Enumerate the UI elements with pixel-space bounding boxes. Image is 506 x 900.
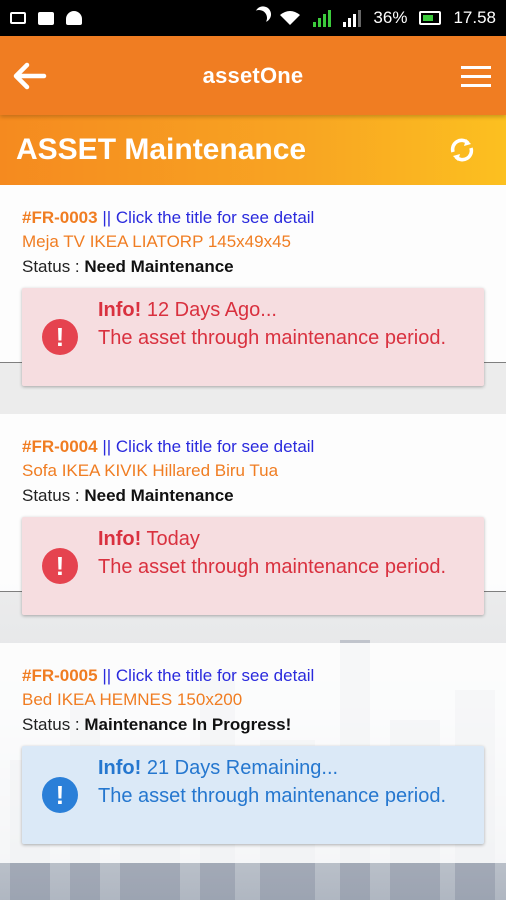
alert-text: The asset through maintenance period. — [98, 556, 446, 578]
status-line: Status : Maintenance In Progress! — [22, 712, 484, 738]
asset-list: #FR-0003 || Click the title for see deta… — [0, 185, 506, 863]
alert-time: 12 Days Ago... — [146, 299, 277, 321]
asset-title-line[interactable]: #FR-0005 || Click the title for see deta… — [22, 665, 484, 687]
alert-text: The asset through maintenance period. — [98, 785, 446, 807]
signal-sim1-icon — [313, 9, 332, 27]
app-bar: assetOne — [0, 36, 506, 115]
hamburger-menu-icon — [461, 65, 491, 87]
status-line: Status : Need Maintenance — [22, 483, 484, 509]
detail-link[interactable]: || Click the title for see detail — [102, 666, 314, 685]
system-status-bar: 36% 17.58 — [0, 0, 506, 36]
status-label: Status : — [22, 715, 80, 734]
status-label: Status : — [22, 486, 80, 505]
alert-strong: Info! — [98, 299, 142, 321]
asset-name: Meja TV IKEA LIATORP 145x49x45 — [22, 232, 292, 251]
alert-strong: Info! — [98, 528, 142, 550]
maintenance-alert: ! Info! Today The asset through maintena… — [22, 517, 484, 615]
menu-button[interactable] — [446, 36, 506, 115]
asset-code[interactable]: #FR-0004 — [22, 437, 98, 456]
alert-text: The asset through maintenance period. — [98, 327, 446, 349]
asset-name: Bed IKEA HEMNES 150x200 — [22, 690, 243, 709]
message-notification-icon — [38, 11, 54, 25]
status-line: Status : Need Maintenance — [22, 254, 484, 280]
exclamation-circle-icon: ! — [42, 548, 78, 584]
status-value: Need Maintenance — [84, 257, 234, 276]
back-arrow-icon — [13, 62, 47, 89]
battery-charging-icon — [419, 11, 442, 25]
do-not-disturb-moon-icon — [249, 8, 270, 29]
back-button[interactable] — [0, 36, 60, 115]
asset-item[interactable]: #FR-0005 || Click the title for see deta… — [0, 643, 506, 863]
alert-time: 21 Days Remaining... — [146, 757, 339, 779]
asset-item[interactable]: #FR-0004 || Click the title for see deta… — [0, 414, 506, 615]
clock: 17.58 — [453, 8, 496, 27]
status-label: Status : — [22, 257, 80, 276]
exclamation-circle-icon: ! — [42, 319, 78, 355]
exclamation-circle-icon: ! — [42, 777, 78, 813]
android-notification-icon — [66, 11, 82, 25]
app-title: assetOne — [202, 62, 304, 88]
page-title: ASSET Maintenance — [16, 133, 307, 166]
image-notification-icon — [10, 12, 26, 24]
status-value: Maintenance In Progress! — [84, 715, 292, 734]
refresh-button[interactable] — [434, 122, 490, 178]
detail-link[interactable]: || Click the title for see detail — [102, 208, 314, 227]
signal-sim2-icon — [343, 9, 362, 27]
battery-percent: 36% — [373, 8, 408, 27]
asset-item[interactable]: #FR-0003 || Click the title for see deta… — [0, 185, 506, 386]
page-header: ASSET Maintenance — [0, 115, 506, 185]
alert-time: Today — [146, 528, 200, 550]
detail-link[interactable]: || Click the title for see detail — [102, 437, 314, 456]
alert-strong: Info! — [98, 757, 142, 779]
wifi-icon — [280, 11, 301, 25]
asset-name: Sofa IKEA KIVIK Hillared Biru Tua — [22, 461, 279, 480]
status-value: Need Maintenance — [84, 486, 234, 505]
asset-code[interactable]: #FR-0003 — [22, 208, 98, 227]
maintenance-alert: ! Info! 21 Days Remaining... The asset t… — [22, 746, 484, 844]
asset-title-line[interactable]: #FR-0004 || Click the title for see deta… — [22, 436, 484, 458]
asset-title-line[interactable]: #FR-0003 || Click the title for see deta… — [22, 207, 484, 229]
refresh-icon — [450, 138, 474, 162]
maintenance-alert: ! Info! 12 Days Ago... The asset through… — [22, 288, 484, 386]
asset-code[interactable]: #FR-0005 — [22, 666, 98, 685]
